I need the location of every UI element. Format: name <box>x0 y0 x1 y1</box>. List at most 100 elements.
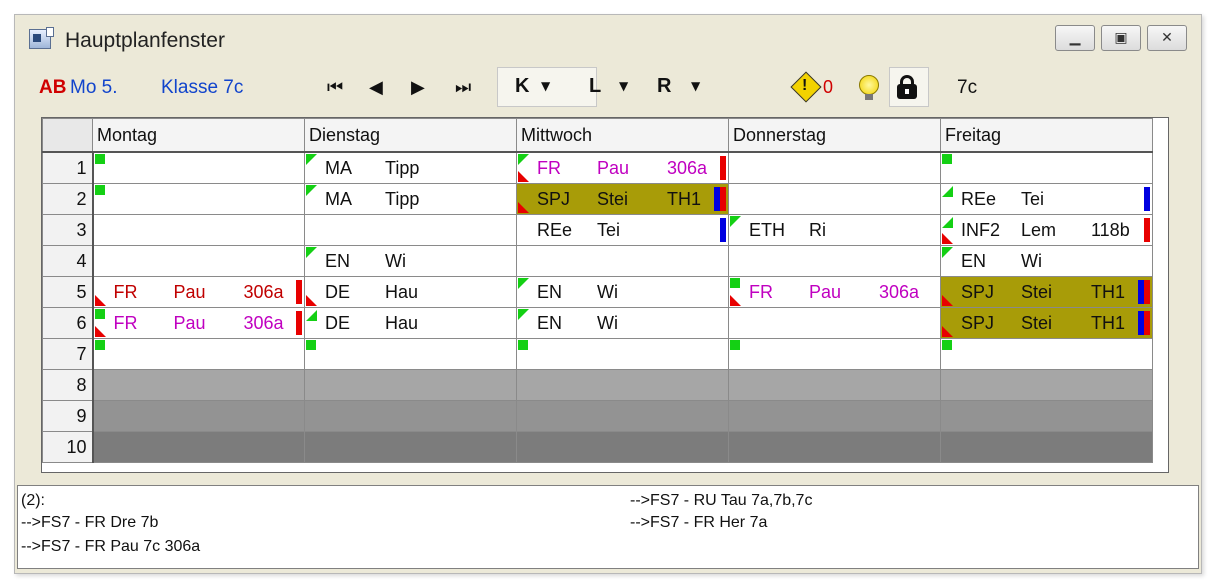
lesson-cell-monday[interactable] <box>92 338 305 370</box>
lesson-subject: DE <box>325 282 351 302</box>
day-header-monday[interactable]: Montag <box>92 118 305 153</box>
day-header-wednesday[interactable]: Mittwoch <box>516 118 729 153</box>
lesson-room: 306a <box>667 158 708 178</box>
lesson-cell-friday[interactable] <box>940 338 1153 370</box>
class-label[interactable]: Klasse 7c <box>161 65 243 111</box>
lesson-cell-monday[interactable] <box>92 245 305 277</box>
lesson-cell-tuesday[interactable] <box>304 214 517 246</box>
date-label[interactable]: Mo 5. <box>70 65 118 111</box>
lesson-cell-friday[interactable]: EN Wi <box>940 245 1153 277</box>
lesson-cell-thursday[interactable] <box>728 431 941 463</box>
lesson-cell-wednesday[interactable]: SPJ Stei TH1 <box>516 183 729 215</box>
lesson-cell-thursday[interactable] <box>728 400 941 432</box>
maximize-button[interactable]: ▣ <box>1101 25 1141 51</box>
k-dropdown-icon[interactable]: ▼ <box>541 79 550 93</box>
green-corner-marker <box>942 154 952 164</box>
lesson-cell-friday[interactable] <box>940 431 1153 463</box>
lesson-cell-tuesday[interactable] <box>304 400 517 432</box>
l-view-button[interactable]: L <box>589 75 601 98</box>
lesson-cell-monday[interactable] <box>92 369 305 401</box>
lesson-cell-monday[interactable] <box>92 400 305 432</box>
lesson-cell-tuesday[interactable]: MA Tipp <box>304 151 517 184</box>
lesson-cell-wednesday[interactable] <box>516 369 729 401</box>
lesson-cell-monday[interactable]: FR Pau 306a <box>92 276 305 308</box>
lesson-cell-tuesday[interactable]: MA Tipp <box>304 183 517 215</box>
red-corner-marker <box>518 202 529 213</box>
lesson-cell-tuesday[interactable]: EN Wi <box>304 245 517 277</box>
lesson-cell-friday[interactable] <box>940 369 1153 401</box>
lesson-cell-tuesday[interactable] <box>304 338 517 370</box>
lesson-teacher: Pau <box>173 313 206 333</box>
minimize-button[interactable]: ▁ <box>1055 25 1095 51</box>
day-header-friday[interactable]: Freitag <box>940 118 1153 153</box>
lesson-cell-friday[interactable]: REe Tei <box>940 183 1153 215</box>
lesson-cell-thursday[interactable] <box>728 307 941 339</box>
last-record-icon[interactable]: ⏭ <box>455 77 471 98</box>
green-corner-marker <box>518 309 529 320</box>
lesson-cell-friday[interactable]: INF2 Lem 118b <box>940 214 1153 246</box>
close-button[interactable]: ✕ <box>1147 25 1187 51</box>
lesson-cell-thursday[interactable]: FR Pau 306a <box>728 276 941 308</box>
lesson-teacher: Ri <box>809 220 826 240</box>
lesson-cell-tuesday[interactable] <box>304 369 517 401</box>
lesson-cell-thursday[interactable] <box>728 245 941 277</box>
period-row: 7 <box>42 338 1153 370</box>
lesson-cell-wednesday[interactable] <box>516 400 729 432</box>
lesson-cell-thursday[interactable] <box>728 183 941 215</box>
class-value[interactable]: 7c <box>957 77 977 99</box>
ab-label[interactable]: AB <box>39 65 66 111</box>
lesson-cell-wednesday[interactable] <box>516 245 729 277</box>
lesson-cell-friday[interactable] <box>940 400 1153 432</box>
timetable-grid: Montag Dienstag Mittwoch Donnerstag Frei… <box>41 117 1169 473</box>
period-number: 6 <box>42 307 94 339</box>
lesson-cell-thursday[interactable] <box>728 338 941 370</box>
lightbulb-icon[interactable] <box>859 75 879 95</box>
lesson-cell-wednesday[interactable]: REe Tei <box>516 214 729 246</box>
red-corner-marker <box>942 295 953 306</box>
lesson-cell-tuesday[interactable] <box>304 431 517 463</box>
lesson-cell-monday[interactable] <box>92 214 305 246</box>
lesson-cell-monday[interactable] <box>92 431 305 463</box>
red-status-bar <box>296 311 302 335</box>
lesson-cell-wednesday[interactable] <box>516 431 729 463</box>
red-corner-marker <box>518 171 529 182</box>
lesson-cell-monday[interactable] <box>92 151 305 184</box>
lesson-cell-friday[interactable] <box>940 151 1153 184</box>
lesson-cell-wednesday[interactable]: EN Wi <box>516 276 729 308</box>
lesson-teacher: Lem <box>1021 220 1057 240</box>
lesson-cell-monday[interactable]: FR Pau 306a <box>92 307 305 339</box>
lesson-subject: FR <box>113 282 138 302</box>
red-status-bar <box>720 156 726 180</box>
red-corner-marker <box>942 233 953 244</box>
red-status-bar <box>720 187 726 211</box>
lesson-cell-thursday[interactable] <box>728 369 941 401</box>
lesson-cell-wednesday[interactable]: FR Pau 306a <box>516 151 729 184</box>
period-row: 9 <box>42 400 1153 432</box>
blue-status-bar <box>1144 187 1150 211</box>
info-line: -->FS7 - FR Pau 7c 306a <box>21 538 201 555</box>
lesson-cell-wednesday[interactable] <box>516 338 729 370</box>
r-dropdown-icon[interactable]: ▼ <box>691 79 700 93</box>
lesson-cell-monday[interactable] <box>92 183 305 215</box>
lesson-cell-thursday[interactable] <box>728 151 941 184</box>
lesson-room: 306a <box>243 313 284 333</box>
lesson-cell-friday[interactable]: SPJ Stei TH1 <box>940 307 1153 339</box>
period-row: 2 MA Tipp SPJ Stei TH1 REe Tei <box>42 183 1153 215</box>
lesson-cell-wednesday[interactable]: EN Wi <box>516 307 729 339</box>
lesson-cell-tuesday[interactable]: DE Hau <box>304 307 517 339</box>
k-view-button[interactable]: K <box>515 75 529 98</box>
day-header-tuesday[interactable]: Dienstag <box>304 118 517 153</box>
lesson-cell-friday[interactable]: SPJ Stei TH1 <box>940 276 1153 308</box>
first-record-icon[interactable]: ⏮ <box>327 77 343 98</box>
lesson-cell-tuesday[interactable]: DE Hau <box>304 276 517 308</box>
lesson-room: TH1 <box>1091 282 1126 302</box>
previous-record-icon[interactable]: ◀ <box>369 77 383 98</box>
day-header-thursday[interactable]: Donnerstag <box>728 118 941 153</box>
red-corner-marker <box>306 295 317 306</box>
next-record-icon[interactable]: ▶ <box>411 77 425 98</box>
r-view-button[interactable]: R <box>657 75 671 98</box>
lesson-cell-thursday[interactable]: ETH Ri <box>728 214 941 246</box>
l-dropdown-icon[interactable]: ▼ <box>619 79 628 93</box>
lightbulb-base <box>865 94 873 100</box>
green-corner-marker <box>942 247 953 258</box>
